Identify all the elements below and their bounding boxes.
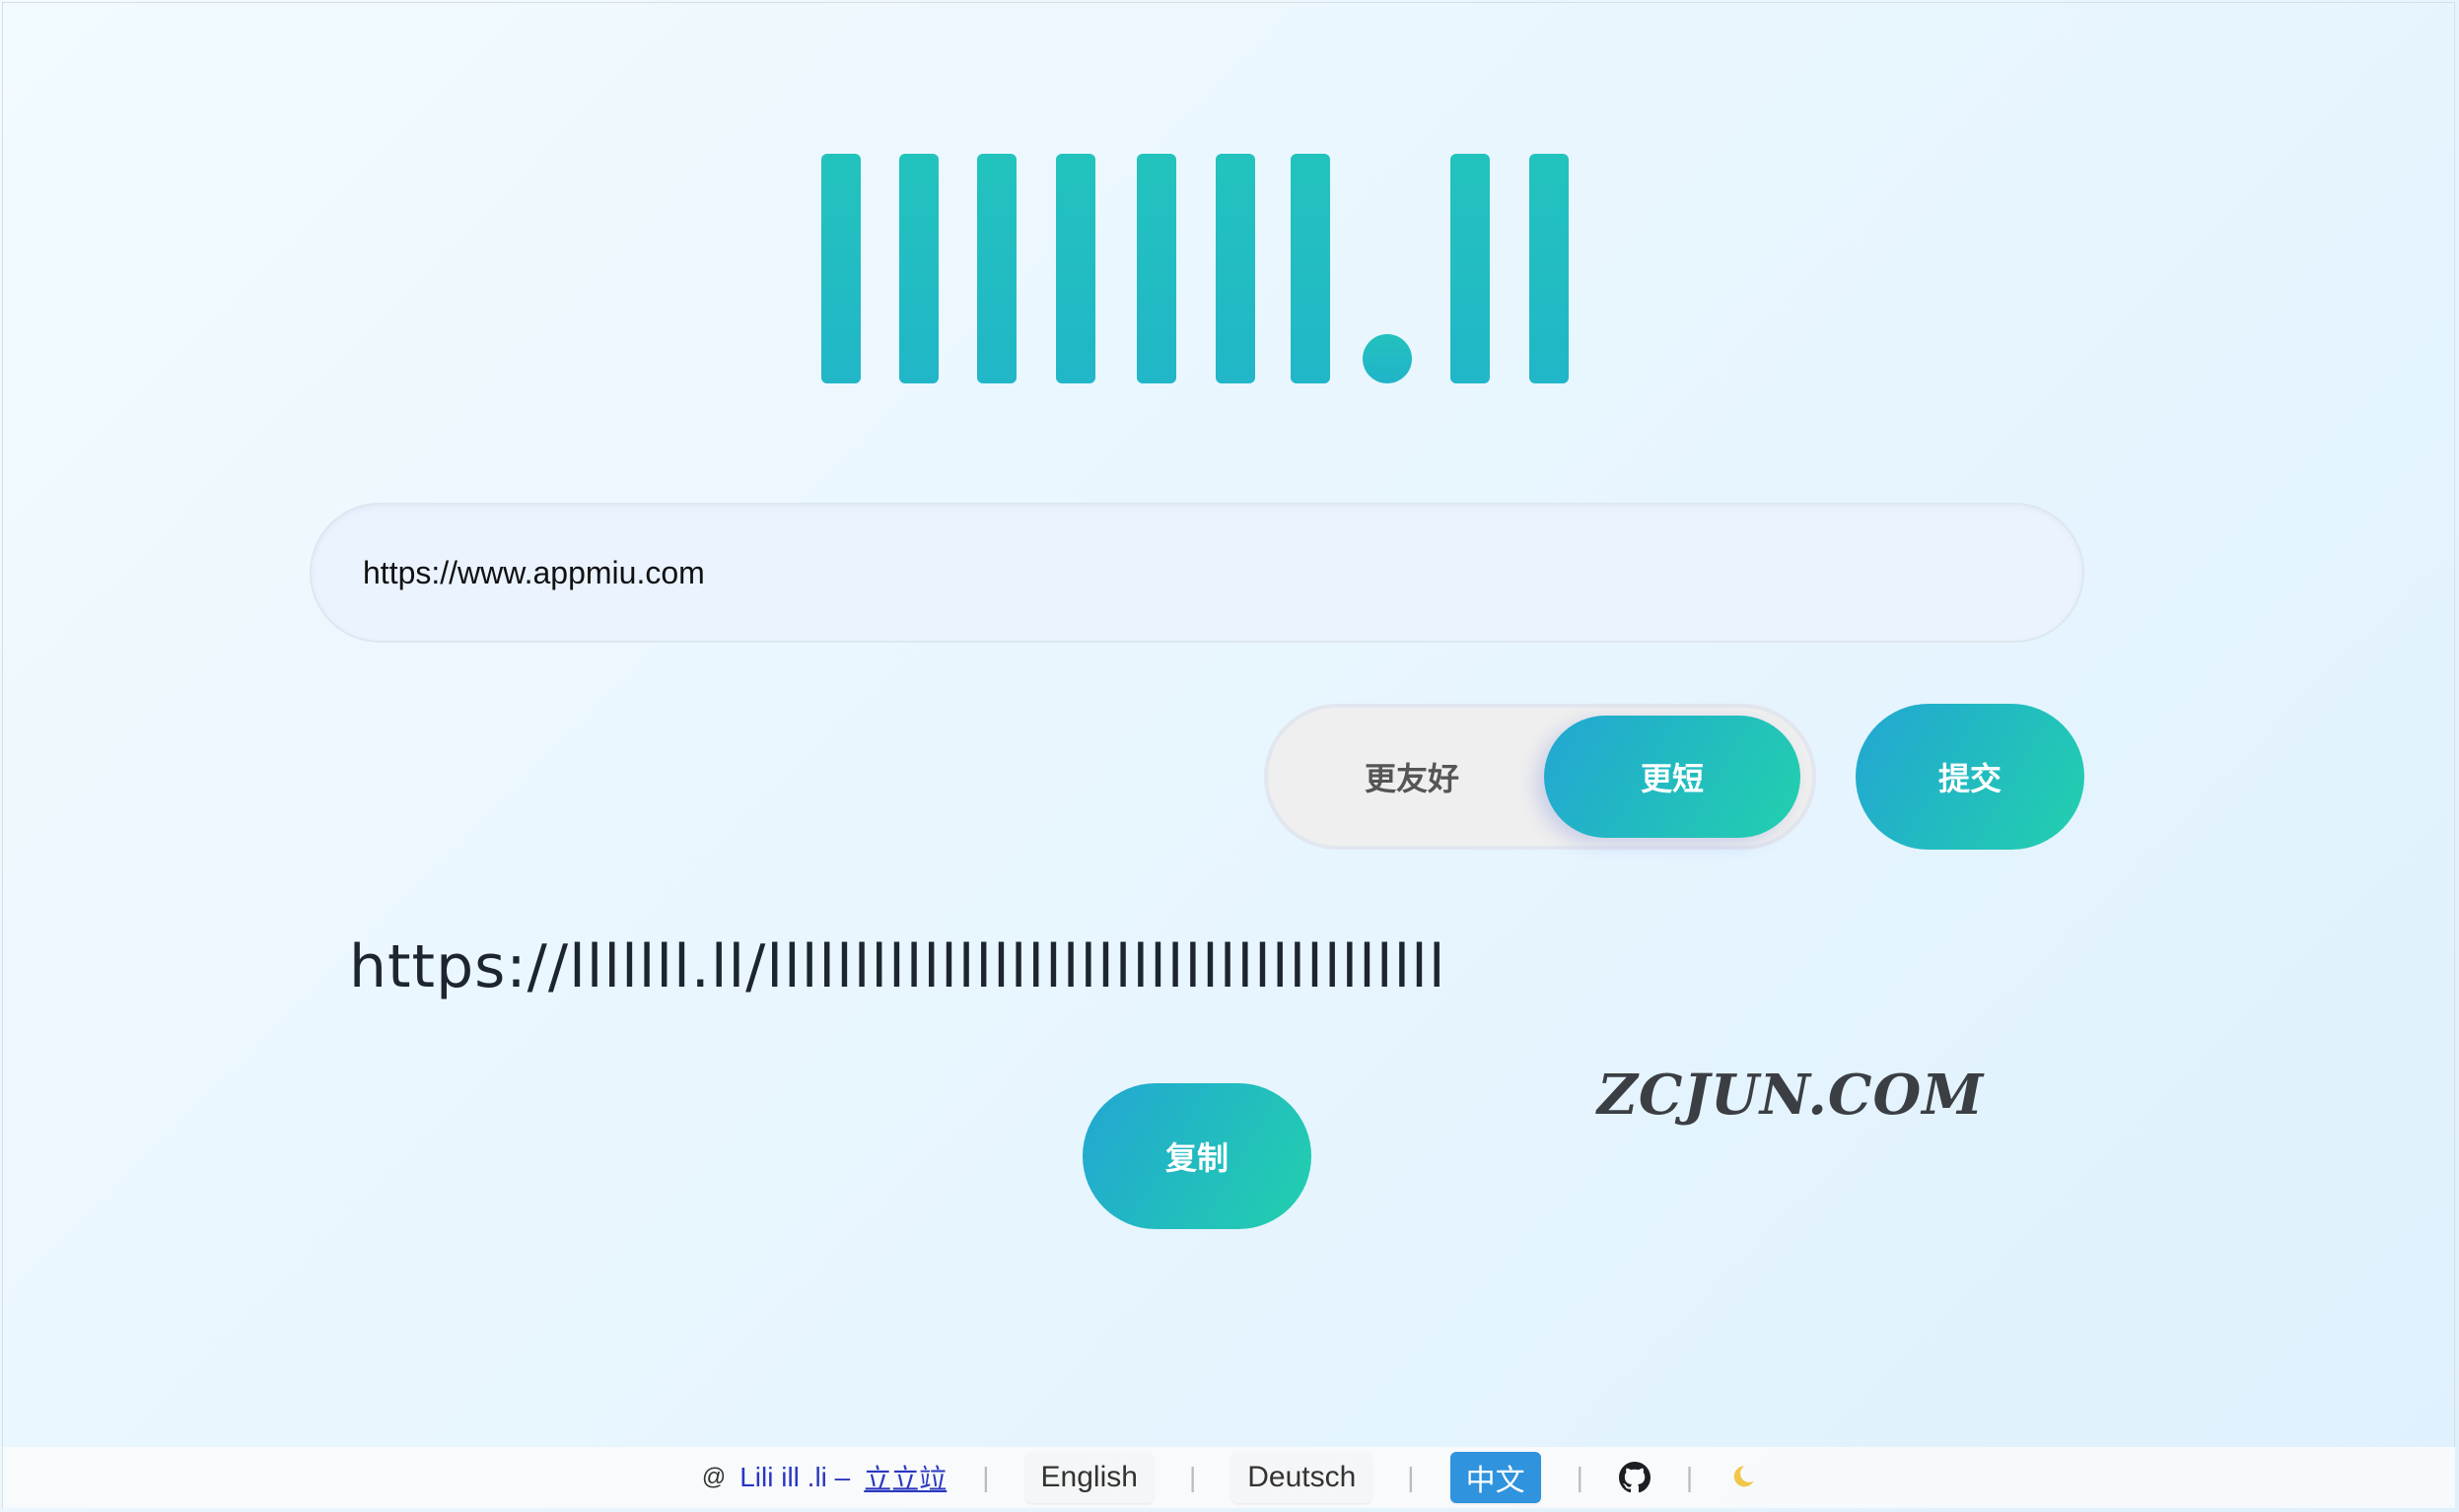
lang-deutsch-button[interactable]: Deutsch xyxy=(1231,1452,1372,1503)
watermark: ZCJUN.COM xyxy=(1597,1063,1985,1128)
mode-option-friendly[interactable]: 更友好 xyxy=(1284,716,1540,838)
theme-toggle[interactable] xyxy=(1728,1464,1756,1491)
github-link[interactable] xyxy=(1618,1462,1651,1493)
footer-copyright: @ Lili ill .li – 立立竝 xyxy=(702,1458,947,1497)
logo-bar xyxy=(1291,154,1330,383)
footer-divider: | xyxy=(1576,1462,1583,1492)
logo-bar xyxy=(1056,154,1095,383)
copyright-symbol: @ xyxy=(701,1464,727,1490)
lang-english-button[interactable]: English xyxy=(1024,1452,1154,1503)
footer-brand: Lili ill .li – xyxy=(739,1462,851,1492)
footer-divider: | xyxy=(1188,1462,1197,1492)
logo-bar xyxy=(821,154,861,383)
footer: @ Lili ill .li – 立立竝 | English | Deutsch… xyxy=(3,1447,2455,1508)
copy-button[interactable]: 复制 xyxy=(1083,1083,1311,1229)
logo xyxy=(821,154,1573,383)
url-input[interactable] xyxy=(310,503,2084,643)
mode-toggle[interactable]: 更友好 更短 xyxy=(1264,704,1816,850)
logo-bar xyxy=(1137,154,1176,383)
logo-bar xyxy=(899,154,939,383)
github-icon xyxy=(1618,1462,1651,1493)
logo-bar xyxy=(977,154,1017,383)
submit-button[interactable]: 提交 xyxy=(1856,704,2084,850)
mode-option-shorter[interactable]: 更短 xyxy=(1544,716,1800,838)
lang-chinese-button[interactable]: 中文 xyxy=(1449,1452,1541,1503)
logo-bar xyxy=(1216,154,1255,383)
footer-divider: | xyxy=(1407,1462,1415,1492)
short-url-result: https://lllllll.ll/lllllllllllllllllllll… xyxy=(349,932,1446,1001)
logo-bar xyxy=(1450,154,1490,383)
footer-divider: | xyxy=(1685,1462,1694,1492)
logo-bar xyxy=(1529,154,1569,383)
moon-icon xyxy=(1733,1466,1754,1487)
footer-divider: | xyxy=(982,1462,990,1492)
logo-dot xyxy=(1363,334,1412,383)
footer-brand-link[interactable]: 立立竝 xyxy=(864,1458,947,1497)
